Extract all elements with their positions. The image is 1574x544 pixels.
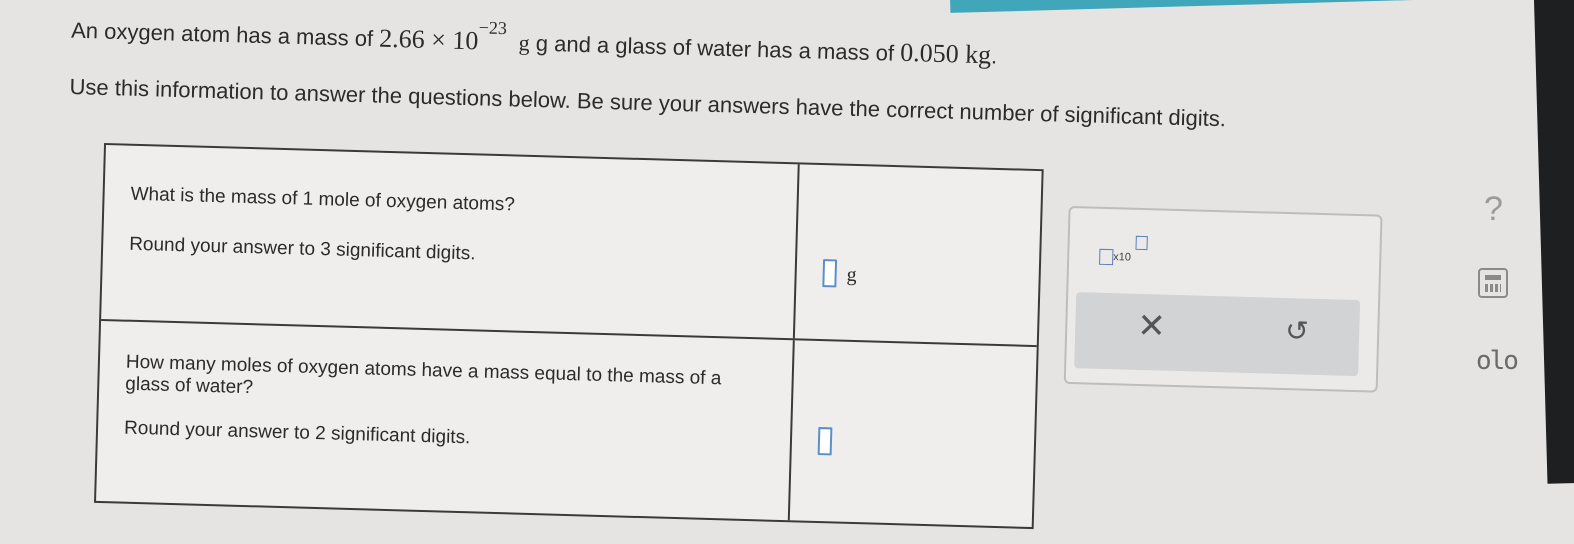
periodic-table-icon[interactable]: olo [1476, 346, 1519, 376]
problem-statement-line1: An oxygen atom has a mass of 2.66 × 10−2… [70, 17, 998, 70]
rounding-instruction: Round your answer to 3 significant digit… [128, 233, 476, 265]
math-input-panel: x10 ✕ ↺ [1063, 205, 1383, 393]
question-table: What is the mass of 1 mole of oxygen ato… [93, 142, 1044, 530]
top-accent-bar [949, 0, 1574, 13]
statement-text-mid: g and a glass of water has a mass of [535, 30, 895, 66]
help-icon[interactable]: ? [1484, 190, 1503, 229]
answer-input-2[interactable] [817, 427, 833, 456]
question-cell: How many moles of oxygen atoms have a ma… [96, 320, 795, 521]
atom-mass: 2.66 × 10−23 [378, 17, 508, 56]
question-text: What is the mass of 1 mole of oxygen ato… [130, 183, 516, 216]
question-row-2: How many moles of oxygen atoms have a ma… [96, 320, 1037, 527]
problem-statement-line2: Use this information to answer the quest… [69, 73, 1227, 132]
answer-unit: g [846, 263, 857, 287]
answer-cell [790, 340, 1037, 527]
calculator-icon[interactable] [1478, 268, 1508, 298]
answer-input-1[interactable] [822, 259, 838, 288]
undo-icon[interactable]: ↺ [1285, 314, 1309, 348]
panel-action-bar: ✕ ↺ [1074, 292, 1361, 377]
question-row-1: What is the mass of 1 mole of oxygen ato… [101, 145, 1042, 348]
mantissa-box-icon [1099, 248, 1114, 266]
rounding-instruction: Round your answer to 2 significant digit… [123, 417, 471, 448]
question-cell: What is the mass of 1 mole of oxygen ato… [101, 145, 800, 339]
scientific-notation-button[interactable]: x10 [1099, 235, 1148, 266]
water-mass: 0.050 kg [899, 37, 992, 70]
exponent-box-icon [1135, 235, 1148, 251]
answer-cell: g [795, 164, 1042, 345]
unit-g: g [518, 30, 531, 56]
problem-stage: An oxygen atom has a mass of 2.66 × 10−2… [0, 0, 1573, 530]
clear-icon[interactable]: ✕ [1137, 306, 1167, 347]
question-text: How many moles of oxygen atoms have a ma… [125, 351, 722, 399]
statement-text: An oxygen atom has a mass of [70, 17, 374, 52]
